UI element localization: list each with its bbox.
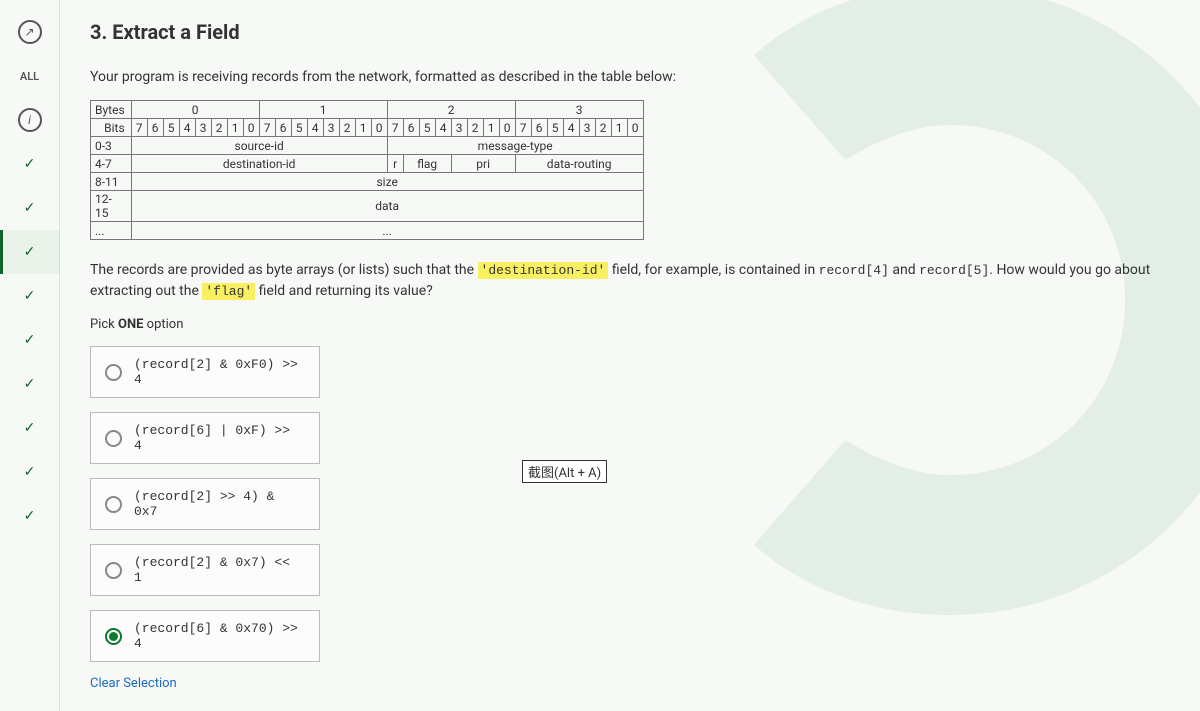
check-icon: ✓ bbox=[24, 332, 36, 348]
sidebar-item[interactable]: ↗ bbox=[0, 10, 60, 54]
pick-instruction: Pick ONE option bbox=[90, 317, 1170, 332]
answer-option-0[interactable]: (record[2] & 0xF0) >> 4 bbox=[90, 346, 320, 398]
radio-icon bbox=[105, 430, 122, 447]
record-layout-table: Bytes0123Bits765432107654321076543210765… bbox=[90, 100, 644, 240]
code-destination-id: 'destination-id' bbox=[478, 262, 609, 279]
check-icon: ✓ bbox=[24, 508, 36, 524]
text: The records are provided as byte arrays … bbox=[90, 262, 478, 278]
sidebar-item[interactable]: ✓ bbox=[0, 406, 60, 450]
text: Pick bbox=[90, 317, 118, 332]
radio-icon bbox=[105, 562, 122, 579]
sidebar-item[interactable]: ✓ bbox=[0, 142, 60, 186]
question-paragraph: The records are provided as byte arrays … bbox=[90, 260, 1170, 302]
text: ONE bbox=[118, 317, 143, 332]
check-icon: ✓ bbox=[24, 464, 36, 480]
answer-option-2[interactable]: (record[2] >> 4) & 0x7 bbox=[90, 478, 320, 530]
question-title: 3. Extract a Field bbox=[90, 20, 1170, 44]
text: field and returning its value? bbox=[255, 283, 433, 299]
text: and bbox=[889, 262, 919, 278]
sidebar-item[interactable]: ✓ bbox=[0, 230, 60, 274]
info-icon: i bbox=[18, 108, 42, 132]
check-icon: ✓ bbox=[24, 420, 36, 436]
answer-option-1[interactable]: (record[6] | 0xF) >> 4 bbox=[90, 412, 320, 464]
check-icon: ✓ bbox=[24, 288, 36, 304]
sidebar-item[interactable]: ✓ bbox=[0, 494, 60, 538]
radio-icon bbox=[105, 364, 122, 381]
main-content: 3. Extract a Field Your program is recei… bbox=[60, 0, 1200, 711]
sidebar-item[interactable]: ✓ bbox=[0, 186, 60, 230]
question-intro: Your program is receiving records from t… bbox=[90, 69, 1170, 85]
screenshot-tooltip: 截图(Alt + A) bbox=[522, 460, 607, 483]
sidebar-item[interactable]: ✓ bbox=[0, 274, 60, 318]
check-icon: ✓ bbox=[24, 376, 36, 392]
hint-icon: ↗ bbox=[18, 20, 42, 44]
code-record5: record[5] bbox=[919, 263, 989, 278]
clear-selection-link[interactable]: Clear Selection bbox=[90, 676, 1170, 691]
sidebar-item[interactable]: ✓ bbox=[0, 362, 60, 406]
code-flag: 'flag' bbox=[202, 283, 255, 300]
radio-icon bbox=[105, 496, 122, 513]
check-icon: ✓ bbox=[24, 156, 36, 172]
code-record4: record[4] bbox=[819, 263, 889, 278]
text: field, for example, is contained in bbox=[608, 262, 818, 278]
check-icon: ✓ bbox=[24, 244, 36, 260]
option-label: (record[2] & 0xF0) >> 4 bbox=[134, 357, 305, 387]
sidebar-item[interactable]: ✓ bbox=[0, 318, 60, 362]
answer-option-3[interactable]: (record[2] & 0x7) << 1 bbox=[90, 544, 320, 596]
option-label: (record[2] >> 4) & 0x7 bbox=[134, 489, 305, 519]
sidebar: ↗ ALL i ✓ ✓ ✓ ✓ ✓ ✓ ✓ ✓ ✓ bbox=[0, 0, 60, 711]
sidebar-item[interactable]: ✓ bbox=[0, 450, 60, 494]
options-group: (record[2] & 0xF0) >> 4 (record[6] | 0xF)… bbox=[90, 346, 1170, 662]
sidebar-item[interactable]: i bbox=[0, 98, 60, 142]
check-icon: ✓ bbox=[24, 200, 36, 216]
answer-option-4[interactable]: (record[6] & 0x70) >> 4 bbox=[90, 610, 320, 662]
option-label: (record[6] | 0xF) >> 4 bbox=[134, 423, 305, 453]
option-label: (record[6] & 0x70) >> 4 bbox=[134, 621, 305, 651]
radio-icon bbox=[105, 628, 122, 645]
option-label: (record[2] & 0x7) << 1 bbox=[134, 555, 305, 585]
sidebar-item[interactable]: ALL bbox=[0, 54, 60, 98]
text: option bbox=[143, 317, 183, 332]
